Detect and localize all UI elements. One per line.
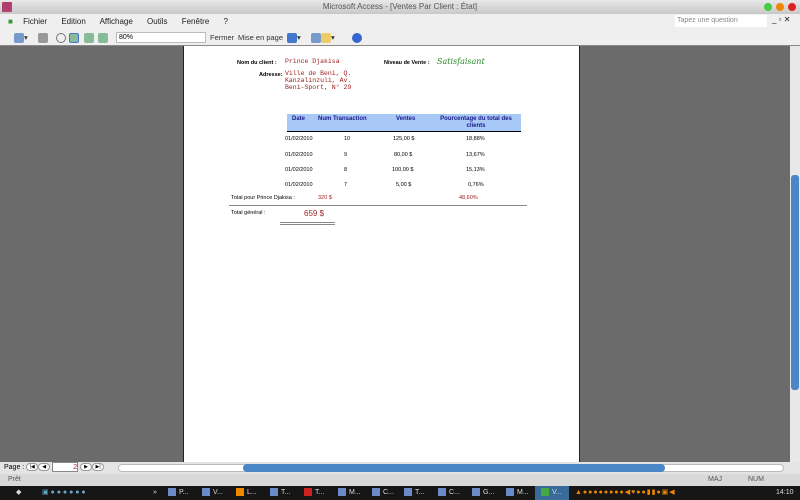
menu-fichier[interactable]: Fichier <box>23 17 47 26</box>
grand-total-label: Total général : <box>231 210 266 216</box>
horizontal-scroll-thumb[interactable] <box>243 464 665 472</box>
task-item[interactable]: T... <box>304 486 324 500</box>
address: Ville de Beni, Q. Kanzalinzuli, Av. Beni… <box>285 70 351 91</box>
close-icon[interactable] <box>788 3 796 11</box>
last-page-button[interactable]: ▶| <box>92 463 105 472</box>
page-label: Page : <box>4 464 25 471</box>
print-icon[interactable] <box>38 31 48 44</box>
task-item[interactable]: M... <box>506 486 529 500</box>
start-icon[interactable]: ◆ <box>16 486 21 500</box>
clock: 14:10 <box>776 489 794 496</box>
address-line: Beni-Sport, N° 29 <box>285 84 352 91</box>
address-line: Kanzalinzuli, Av. <box>285 77 352 84</box>
level-label: Niveau de Vente : <box>384 60 430 66</box>
header-ventes: Ventes <box>396 116 416 122</box>
help-question-input[interactable]: Tapez une question <box>675 15 767 27</box>
subtotal-label: Total pour Prince Djakisa : <box>231 195 295 201</box>
page-navigation: Page : |◀ ◀ 2 ▶ ▶| <box>0 462 800 474</box>
table-row: 01/02/2010 9 80,00 $13,67% <box>285 152 485 158</box>
minimize-icon[interactable] <box>776 3 784 11</box>
table-row: 01/02/2010 8 100,00 $15,13% <box>285 167 485 173</box>
status-bar: Prêt MAJ NUM <box>0 474 800 486</box>
subtotal-pct: 48,60% <box>459 195 478 201</box>
subtotal-value: 320 $ <box>318 195 332 201</box>
menu-edition[interactable]: Edition <box>61 17 85 26</box>
header-date: Date <box>292 116 306 122</box>
menu-help[interactable]: ? <box>224 17 228 26</box>
zoom-icon[interactable] <box>56 31 66 44</box>
task-item[interactable]: C... <box>372 486 394 500</box>
grand-total-value: 659 $ <box>304 209 325 218</box>
vertical-scroll-thumb[interactable] <box>791 175 799 390</box>
menu-affichage[interactable]: Affichage <box>100 17 133 26</box>
first-page-button[interactable]: |◀ <box>26 463 39 472</box>
toolbar: ▾ 80% Fermer Mise en page ▾ ▾ <box>0 29 800 46</box>
table-row: 01/02/2010 7 5,00 $0,76% <box>285 182 484 188</box>
two-pages-icon[interactable] <box>84 31 94 44</box>
next-page-button[interactable]: ▶ <box>80 463 93 472</box>
sales-level: Satisfaisant <box>437 57 485 66</box>
header-pct: Pourcentage du total des clients <box>440 116 512 129</box>
one-page-icon[interactable] <box>69 31 79 44</box>
double-underline <box>280 222 335 225</box>
table-row: 01/02/2010 10 125,00 $18,88% <box>285 136 485 142</box>
num-indicator: NUM <box>748 476 764 483</box>
menu-outils[interactable]: Outils <box>147 17 167 26</box>
client-label: Nom du client : <box>237 60 277 66</box>
window-controls[interactable]: _ ▫ ✕ <box>772 15 790 24</box>
task-item[interactable]: C... <box>438 486 460 500</box>
task-item[interactable]: L... <box>236 486 257 500</box>
divider <box>229 205 527 206</box>
more-icon[interactable]: » <box>153 486 157 500</box>
task-item[interactable]: P... <box>168 486 189 500</box>
office-links-icon[interactable]: ▾ <box>287 31 301 44</box>
taskbar: ◆ ▣ ● ● ● ● ● ● » P... V... L... T... T.… <box>0 486 800 500</box>
header-num: Num Transaction <box>318 116 367 122</box>
task-item[interactable]: G... <box>472 486 494 500</box>
page-number-input[interactable]: 2 <box>52 462 79 473</box>
help-icon[interactable] <box>352 31 362 44</box>
title-bar: Microsoft Access - [Ventes Par Client : … <box>0 0 800 14</box>
client-name: Prince Djakisa <box>285 58 340 65</box>
task-item[interactable]: M... <box>338 486 361 500</box>
quicklaunch-icons[interactable]: ▣ ● ● ● ● ● ● <box>42 486 86 500</box>
caps-indicator: MAJ <box>708 476 722 483</box>
task-item[interactable]: T... <box>270 486 290 500</box>
address-line: Ville de Beni, Q. <box>285 70 352 77</box>
database-window-icon[interactable]: ▾ <box>311 31 335 44</box>
task-item[interactable]: T... <box>404 486 424 500</box>
menu-fenetre[interactable]: Fenêtre <box>182 17 210 26</box>
page-setup-button[interactable]: Mise en page <box>238 31 283 44</box>
db-icon: ■ <box>8 17 13 26</box>
tray-icons[interactable]: ▲●●●●●●●●◀♥●●▮▮●▣◀ <box>575 486 676 500</box>
task-item[interactable]: V... <box>202 486 223 500</box>
task-item-active[interactable]: V... <box>535 486 569 500</box>
table-header: Date Num Transaction Ventes Pourcentage … <box>287 114 521 132</box>
view-icon[interactable]: ▾ <box>14 31 28 44</box>
window-title: Microsoft Access - [Ventes Par Client : … <box>322 2 478 11</box>
zoom-select[interactable]: 80% <box>116 32 206 43</box>
prev-page-button[interactable]: ◀ <box>38 463 51 472</box>
close-preview-button[interactable]: Fermer <box>210 31 234 44</box>
address-label: Adresse: <box>259 72 283 78</box>
access-icon <box>2 2 12 12</box>
report-page: Nom du client : Prince Djakisa Niveau de… <box>183 46 580 462</box>
status-ready: Prêt <box>8 476 21 483</box>
multiple-pages-icon[interactable] <box>98 31 108 44</box>
maximize-icon[interactable] <box>764 3 772 11</box>
